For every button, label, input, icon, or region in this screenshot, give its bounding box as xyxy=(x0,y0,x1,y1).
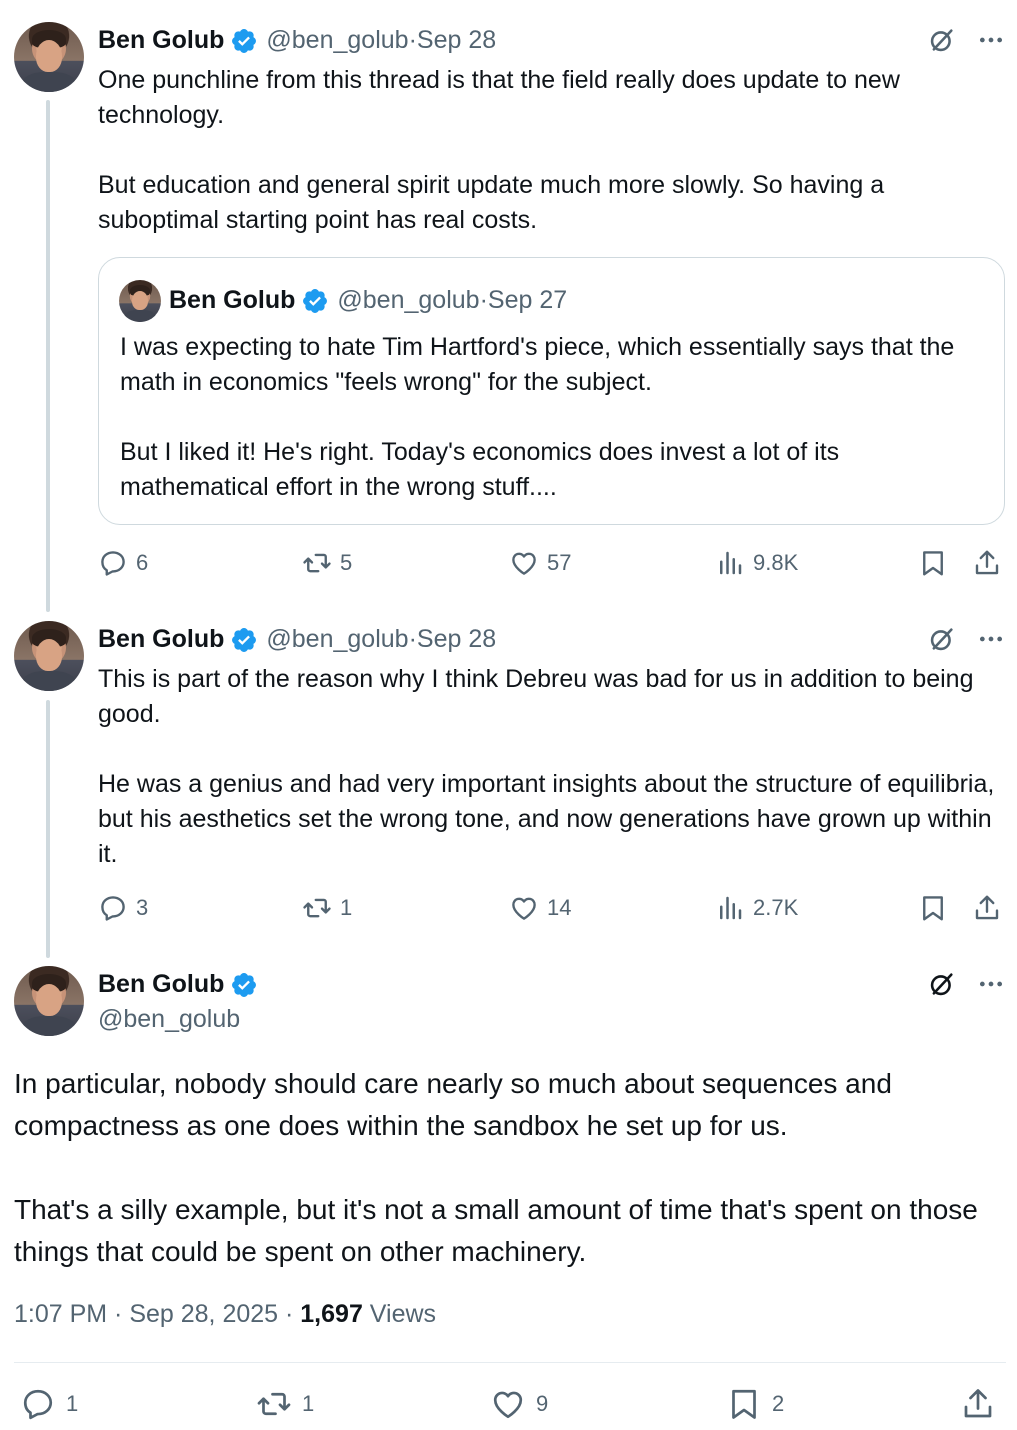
reply-button[interactable]: 3 xyxy=(98,893,148,923)
views-count: 9.8K xyxy=(753,550,799,575)
thread-line xyxy=(46,100,50,612)
quoted-tweet[interactable]: Ben Golub @ben_golub · Sep 27 I was expe… xyxy=(98,257,1005,525)
grok-icon[interactable] xyxy=(928,26,956,54)
views-icon xyxy=(720,551,742,575)
main-tweet-text: In particular, nobody should care nearly… xyxy=(14,1068,978,1267)
reply-button[interactable]: 1 xyxy=(20,1386,78,1422)
views-count: 2.7K xyxy=(753,895,799,920)
author-name[interactable]: Ben Golub xyxy=(98,26,224,55)
separator: · xyxy=(479,286,488,314)
share-icon xyxy=(964,1389,992,1418)
grok-icon[interactable] xyxy=(928,625,956,653)
views-button[interactable]: 2.7K xyxy=(715,893,798,923)
author-handle: @ben_golub xyxy=(337,286,480,314)
tweet-controls xyxy=(928,26,1004,54)
tweet-text: This is part of the reason why I think D… xyxy=(98,665,995,868)
reply-count: 3 xyxy=(136,895,149,920)
tweet-header: Ben Golub @ben_golub · Sep 28 xyxy=(98,26,496,55)
author-handle[interactable]: @ben_golub xyxy=(266,625,408,654)
separator: · xyxy=(408,625,417,653)
tweet-date[interactable]: Sep 28 xyxy=(417,625,496,654)
like-count: 57 xyxy=(547,550,572,575)
verified-badge-icon xyxy=(232,28,257,53)
bookmark-button[interactable]: 2 xyxy=(726,1386,784,1422)
share-button[interactable] xyxy=(960,1386,996,1422)
tweet-date: Sep 27 xyxy=(487,286,568,314)
avatar xyxy=(119,280,161,322)
repost-icon xyxy=(303,898,331,918)
repost-button[interactable]: 1 xyxy=(256,1386,314,1422)
reply-icon xyxy=(23,1389,53,1420)
tweet-actions: 6 5 57 9.8K xyxy=(98,548,1008,584)
like-icon xyxy=(493,1391,523,1419)
repost-count: 5 xyxy=(340,550,353,575)
author-name: Ben Golub xyxy=(169,286,296,314)
views-button[interactable]: 9.8K xyxy=(715,548,798,578)
more-icon[interactable] xyxy=(978,971,1004,997)
like-icon xyxy=(512,552,536,575)
main-tweet-handle-row: @ben_golub xyxy=(98,1005,240,1034)
repost-count: 1 xyxy=(302,1391,315,1416)
reply-button[interactable]: 6 xyxy=(98,548,148,578)
main-tweet-header: Ben Golub xyxy=(98,970,266,999)
author-handle[interactable]: @ben_golub xyxy=(98,1005,240,1034)
reply-icon xyxy=(101,896,125,921)
bookmark-icon xyxy=(923,551,943,576)
verified-badge-icon xyxy=(303,288,328,313)
like-button[interactable]: 57 xyxy=(509,548,571,578)
thread-line xyxy=(46,700,50,958)
like-icon xyxy=(512,897,536,920)
tweet-controls xyxy=(928,625,1004,653)
like-button[interactable]: 14 xyxy=(509,893,571,923)
repost-button[interactable]: 1 xyxy=(302,893,352,923)
repost-icon xyxy=(303,553,331,573)
quoted-tweet-header: Ben Golub @ben_golub · Sep 27 xyxy=(169,286,567,315)
avatar[interactable] xyxy=(14,966,84,1036)
author-name[interactable]: Ben Golub xyxy=(98,625,224,654)
verified-badge-icon xyxy=(232,627,257,652)
bookmark-button[interactable] xyxy=(918,893,948,923)
share-button[interactable] xyxy=(972,893,1002,923)
author-handle[interactable]: @ben_golub xyxy=(266,26,408,55)
author-name[interactable]: Ben Golub xyxy=(98,970,224,999)
tweet-header: Ben Golub @ben_golub · Sep 28 xyxy=(98,625,496,654)
reply-count: 6 xyxy=(136,550,149,575)
tweet-controls xyxy=(928,970,1004,998)
bookmark-button[interactable] xyxy=(918,548,948,578)
reply-icon xyxy=(101,551,125,576)
grok-icon[interactable] xyxy=(928,970,956,998)
more-icon[interactable] xyxy=(978,27,1004,53)
like-button[interactable]: 9 xyxy=(490,1386,548,1422)
avatar[interactable] xyxy=(14,22,84,92)
main-tweet-actions: 1 1 9 2 xyxy=(20,1386,1000,1426)
views-label: Views xyxy=(362,1300,437,1328)
share-icon xyxy=(975,550,999,575)
like-count: 9 xyxy=(536,1391,549,1416)
quoted-tweet-text: I was expecting to hate Tim Hartford's p… xyxy=(120,333,955,501)
like-count: 14 xyxy=(547,895,572,920)
bookmark-count: 2 xyxy=(772,1391,785,1416)
views-icon xyxy=(720,896,742,920)
tweet-date[interactable]: Sep 28 xyxy=(417,26,496,55)
divider xyxy=(14,1362,1006,1363)
tweet-timestamp[interactable]: 1:07 PM · Sep 28, 2025 · xyxy=(14,1300,300,1328)
tweet-metadata: 1:07 PM · Sep 28, 2025 · 1,697 Views xyxy=(14,1300,436,1329)
share-button[interactable] xyxy=(972,548,1002,578)
views-number: 1,697 xyxy=(300,1300,363,1328)
avatar[interactable] xyxy=(14,621,84,691)
share-icon xyxy=(975,895,999,920)
repost-count: 1 xyxy=(340,895,353,920)
tweet-text: One punchline from this thread is that t… xyxy=(98,66,900,234)
tweet-actions: 3 1 14 2.7K xyxy=(98,893,1008,929)
repost-icon xyxy=(257,1392,291,1416)
reply-count: 1 xyxy=(66,1391,79,1416)
repost-button[interactable]: 5 xyxy=(302,548,352,578)
more-icon[interactable] xyxy=(978,626,1004,652)
bookmark-icon xyxy=(923,896,943,921)
verified-badge-icon xyxy=(232,972,257,997)
separator: · xyxy=(408,26,417,54)
bookmark-icon xyxy=(732,1389,756,1419)
